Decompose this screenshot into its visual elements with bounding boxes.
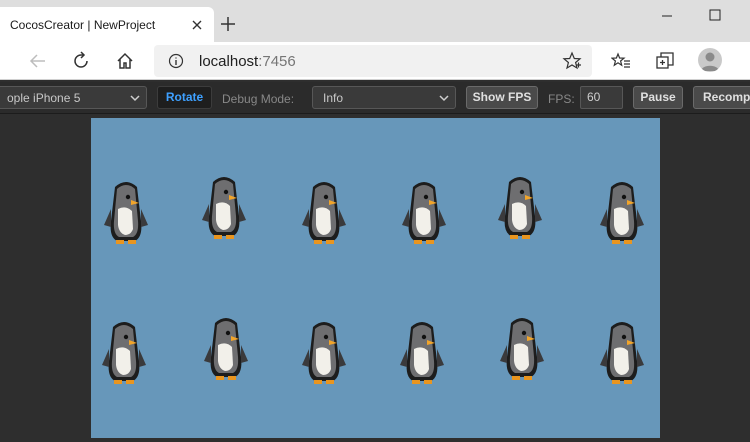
tab-title: CocosCreator | NewProject (10, 18, 156, 32)
penguin-sprite (204, 318, 248, 380)
penguin-sprite (500, 318, 544, 380)
penguin-sprite (498, 177, 542, 239)
home-icon[interactable] (114, 50, 136, 72)
chevron-down-icon (130, 95, 140, 102)
device-select-value: ople iPhone 5 (7, 91, 81, 105)
address-bar[interactable]: localhost:7456 (154, 45, 592, 77)
debug-mode-select[interactable]: Info (312, 86, 456, 109)
browser-tabstrip: CocosCreator | NewProject (0, 0, 750, 42)
reload-icon[interactable] (70, 50, 92, 72)
penguin-sprite (600, 322, 644, 384)
back-icon (29, 54, 45, 68)
profile-icon[interactable] (698, 48, 722, 72)
show-fps-button[interactable]: Show FPS (466, 86, 538, 109)
url-port: :7456 (258, 53, 296, 70)
debug-mode-label: Debug Mode: (222, 92, 295, 106)
debug-mode-value: Info (323, 91, 344, 105)
penguin-sprite (402, 182, 446, 244)
penguin-sprite (102, 322, 146, 384)
collections-icon[interactable] (655, 51, 675, 71)
fps-input[interactable]: 60 (580, 86, 623, 109)
browser-tab[interactable]: CocosCreator | NewProject (0, 7, 214, 42)
penguin-sprite (202, 177, 246, 239)
maximize-icon[interactable] (700, 6, 730, 26)
penguin-sprite (302, 182, 346, 244)
game-canvas[interactable] (91, 118, 660, 438)
star-icon[interactable] (562, 51, 582, 71)
pause-button[interactable]: Pause (633, 86, 683, 109)
penguin-sprite (400, 322, 444, 384)
close-icon[interactable] (189, 17, 205, 33)
plus-icon[interactable] (219, 15, 237, 33)
penguin-sprite (302, 322, 346, 384)
chevron-down-icon (439, 95, 449, 102)
device-select[interactable]: ople iPhone 5 (0, 86, 147, 109)
rotate-button[interactable]: Rotate (157, 86, 212, 109)
favorites-icon[interactable] (611, 51, 631, 71)
fps-label: FPS: (548, 92, 575, 106)
browser-toolbar: localhost:7456 (0, 42, 750, 80)
url-host: localhost (199, 53, 259, 70)
minimize-icon[interactable] (652, 6, 682, 26)
preview-toolbar: ople iPhone 5 Rotate Debug Mode: Info Sh… (0, 82, 750, 114)
penguin-sprite (600, 182, 644, 244)
recompile-button[interactable]: Recomp (693, 86, 750, 109)
url-text: localhost:7456 (199, 53, 296, 70)
info-icon[interactable] (168, 53, 184, 69)
penguin-sprite (104, 182, 148, 244)
